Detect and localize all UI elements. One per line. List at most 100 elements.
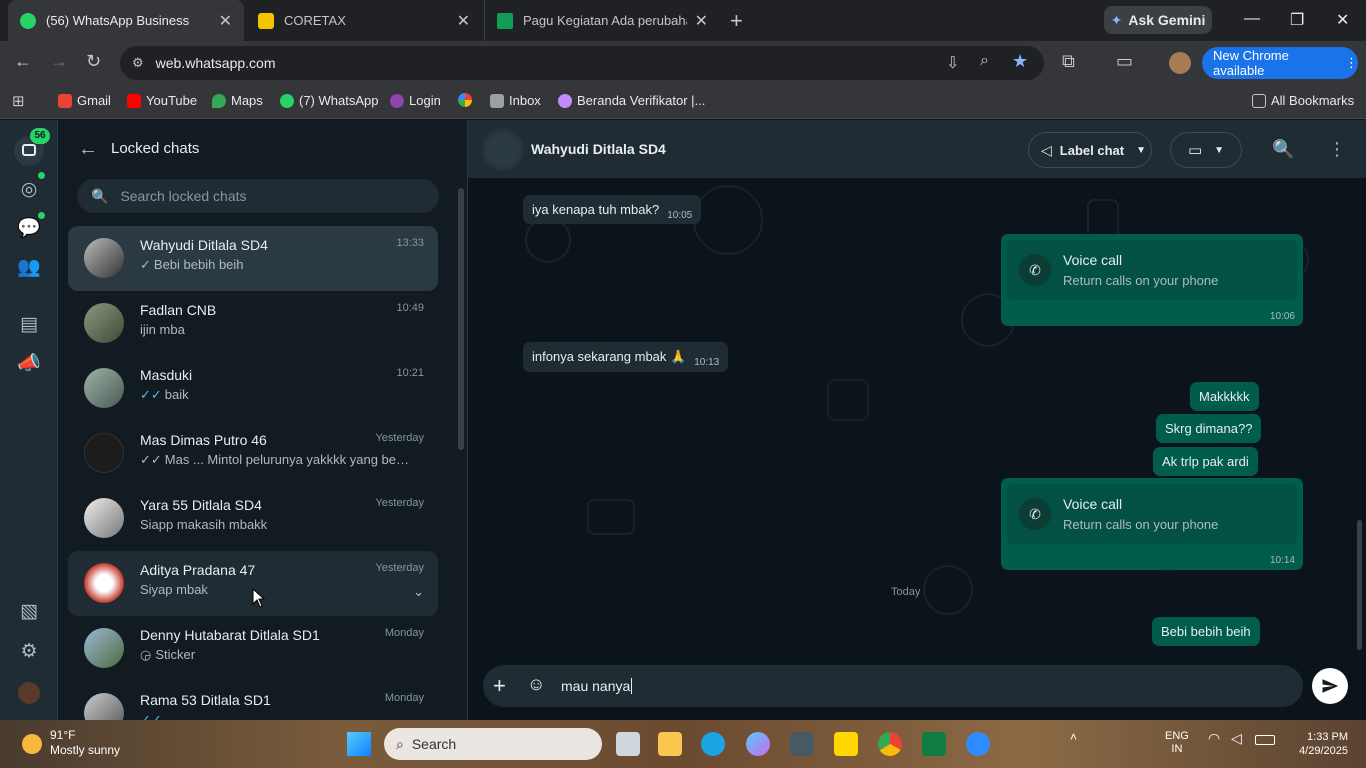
- message-incoming[interactable]: iya kenapa tuh mbak? 10:05: [523, 195, 702, 224]
- edge-icon[interactable]: [701, 732, 725, 756]
- bookmark-maps[interactable]: Maps: [212, 93, 263, 108]
- channels-icon[interactable]: 💬: [17, 217, 41, 241]
- bookmark-photos[interactable]: [458, 93, 477, 107]
- chat-item-mas-dimas[interactable]: Mas Dimas Putro 46 Yesterday ✓✓ Mas ... M…: [68, 421, 438, 486]
- message-outgoing[interactable]: Bebi bebih beih: [1152, 617, 1260, 646]
- chat-item-fadlan[interactable]: Fadlan CNB 10:49 ijin mba: [68, 291, 438, 356]
- minimize-icon[interactable]: —: [1244, 10, 1260, 28]
- language-indicator[interactable]: ENG IN: [1165, 730, 1189, 756]
- close-icon[interactable]: ✕: [695, 11, 708, 31]
- catalog-icon[interactable]: ▤: [17, 313, 41, 337]
- windows-start-icon[interactable]: [347, 732, 371, 756]
- search-locked-chats-input[interactable]: [120, 188, 401, 204]
- attach-plus-icon[interactable]: +: [493, 673, 506, 699]
- system-clock[interactable]: 1:33 PM 4/29/2025: [1290, 730, 1348, 758]
- close-icon[interactable]: ✕: [219, 11, 232, 31]
- preview-text: Bebi bebih beih: [153, 257, 244, 272]
- reload-icon[interactable]: ↻: [86, 51, 101, 72]
- profile-avatar[interactable]: [18, 682, 40, 704]
- menu-icon[interactable]: ⋮: [1328, 139, 1346, 160]
- sticker-emoji-icon[interactable]: ☺: [527, 674, 545, 695]
- bookmark-whatsapp[interactable]: (7) WhatsApp: [280, 93, 378, 108]
- chat-name: Rama 53 Ditlala SD1: [140, 692, 271, 708]
- excel-icon[interactable]: [922, 732, 946, 756]
- forward-arrow-icon[interactable]: →: [50, 51, 68, 72]
- site-settings-icon[interactable]: ⚙: [132, 55, 144, 71]
- tab-search-icon[interactable]: ▭: [1116, 51, 1133, 72]
- message-input-box[interactable]: + ☺ mau nanya: [483, 665, 1303, 707]
- chat-item-denny[interactable]: Denny Hutabarat Ditlala SD1 Monday ◶ Stic…: [68, 616, 438, 681]
- bookmark-label: Inbox: [509, 93, 541, 108]
- ads-megaphone-icon[interactable]: 📣: [17, 352, 41, 376]
- tray-chevron-icon[interactable]: ˄: [1070, 730, 1077, 744]
- file-explorer-icon[interactable]: [658, 732, 682, 756]
- bookmark-gmail[interactable]: Gmail: [58, 93, 111, 108]
- all-bookmarks[interactable]: All Bookmarks: [1252, 93, 1354, 108]
- sticky-notes-icon[interactable]: [834, 732, 858, 756]
- profile-avatar[interactable]: [1169, 52, 1191, 74]
- chrome-icon[interactable]: [878, 732, 902, 756]
- clock-date: 4/29/2025: [1299, 745, 1348, 757]
- chat-item-yara[interactable]: Yara 55 Ditlala SD4 Yesterday Siapp maka…: [68, 486, 438, 551]
- search-box[interactable]: 🔍: [77, 179, 439, 213]
- conversation-scrollbar[interactable]: [1357, 520, 1362, 650]
- taskbar-search[interactable]: ⌕ Search: [384, 728, 602, 760]
- tab-coretax[interactable]: CORETAX ✕: [246, 0, 482, 41]
- sidebar-scrollbar[interactable]: [458, 188, 464, 450]
- install-app-icon[interactable]: ⇩: [946, 53, 959, 73]
- message-outgoing[interactable]: Ak trlp pak ardi: [1153, 447, 1258, 476]
- video-call-button[interactable]: ▭ ▼: [1170, 132, 1242, 168]
- window-close-icon[interactable]: ✕: [1336, 10, 1349, 30]
- chat-item-rama[interactable]: Rama 53 Ditlala SD1 Monday ✓✓...: [68, 681, 438, 720]
- apps-grid-icon[interactable]: ⊞: [12, 92, 25, 110]
- back-arrow-icon[interactable]: ←: [78, 138, 98, 161]
- wifi-icon[interactable]: ◠: [1208, 730, 1220, 747]
- tab-whatsapp[interactable]: (56) WhatsApp Business ✕: [8, 0, 244, 41]
- media-icon[interactable]: ▧: [17, 600, 41, 624]
- bookmarks-bar: ⊞ Gmail YouTube Maps (7) WhatsApp Login …: [0, 85, 1366, 119]
- close-icon[interactable]: ✕: [457, 11, 470, 31]
- message-outgoing[interactable]: Makkkkk: [1190, 382, 1259, 411]
- bookmark-inbox[interactable]: Inbox: [490, 93, 541, 108]
- extensions-icon[interactable]: ⧉: [1062, 51, 1075, 72]
- bookmark-star-icon[interactable]: ★: [1012, 51, 1028, 72]
- back-arrow-icon[interactable]: ←: [14, 51, 32, 72]
- ask-gemini-button[interactable]: ✦ Ask Gemini: [1104, 6, 1212, 34]
- copilot-icon[interactable]: [746, 732, 770, 756]
- chat-item-masduki[interactable]: Masduki 10:21 ✓✓ baik: [68, 356, 438, 421]
- zoom-icon[interactable]: ⌕: [980, 52, 989, 70]
- status-icon[interactable]: ◎: [17, 178, 41, 202]
- send-button[interactable]: [1312, 668, 1348, 704]
- bookmark-youtube[interactable]: YouTube: [127, 93, 197, 108]
- bookmark-beranda[interactable]: Beranda Verifikator |...: [558, 93, 705, 108]
- new-chrome-available-button[interactable]: New Chrome available ⋮: [1202, 47, 1358, 79]
- message-outgoing[interactable]: Skrg dimana??: [1156, 414, 1262, 443]
- contact-name[interactable]: Wahyudi Ditlala SD4: [531, 141, 666, 157]
- voice-call-card[interactable]: ✆ Voice call Return calls on your phone …: [1001, 234, 1303, 326]
- unread-badge: 56: [30, 128, 50, 144]
- communities-icon[interactable]: 👥: [17, 256, 41, 280]
- message-input[interactable]: mau nanya: [561, 678, 633, 694]
- tab-sheets[interactable]: Pagu Kegiatan Ada perubahan ✕: [484, 0, 720, 41]
- maximize-icon[interactable]: ❐: [1290, 10, 1304, 30]
- settings-icon[interactable]: ⚙: [17, 640, 41, 664]
- battery-icon[interactable]: [1255, 735, 1275, 745]
- chat-preview: ✓✓ baik: [140, 387, 410, 403]
- zoom-app-icon[interactable]: [966, 732, 990, 756]
- bookmark-login[interactable]: Login: [390, 93, 441, 108]
- folder-icon: [1252, 93, 1266, 108]
- message-incoming[interactable]: infonya sekarang mbak 🙏 10:13: [523, 342, 729, 372]
- contact-avatar[interactable]: [483, 130, 523, 170]
- search-icon[interactable]: 🔍: [1272, 139, 1294, 160]
- chat-preview: Siapp makasih mbakk: [140, 517, 268, 532]
- chat-item-wahyudi[interactable]: Wahyudi Ditlala SD4 13:33 ✓ Bebi bebih be…: [68, 226, 438, 291]
- new-tab-plus-icon[interactable]: +: [730, 8, 743, 34]
- voice-call-card[interactable]: ✆ Voice call Return calls on your phone …: [1001, 478, 1303, 570]
- address-bar[interactable]: ⚙ web.whatsapp.com ⇩ ⌕ ★: [120, 46, 1044, 80]
- weather-widget[interactable]: 91°F Mostly sunny: [50, 728, 120, 758]
- label-chat-button[interactable]: ◁ Label chat ▼: [1028, 132, 1152, 168]
- volume-icon[interactable]: ◁: [1231, 730, 1242, 747]
- task-view-icon[interactable]: [616, 732, 640, 756]
- camera-icon[interactable]: [790, 732, 814, 756]
- chevron-down-icon[interactable]: ⌄: [413, 584, 424, 600]
